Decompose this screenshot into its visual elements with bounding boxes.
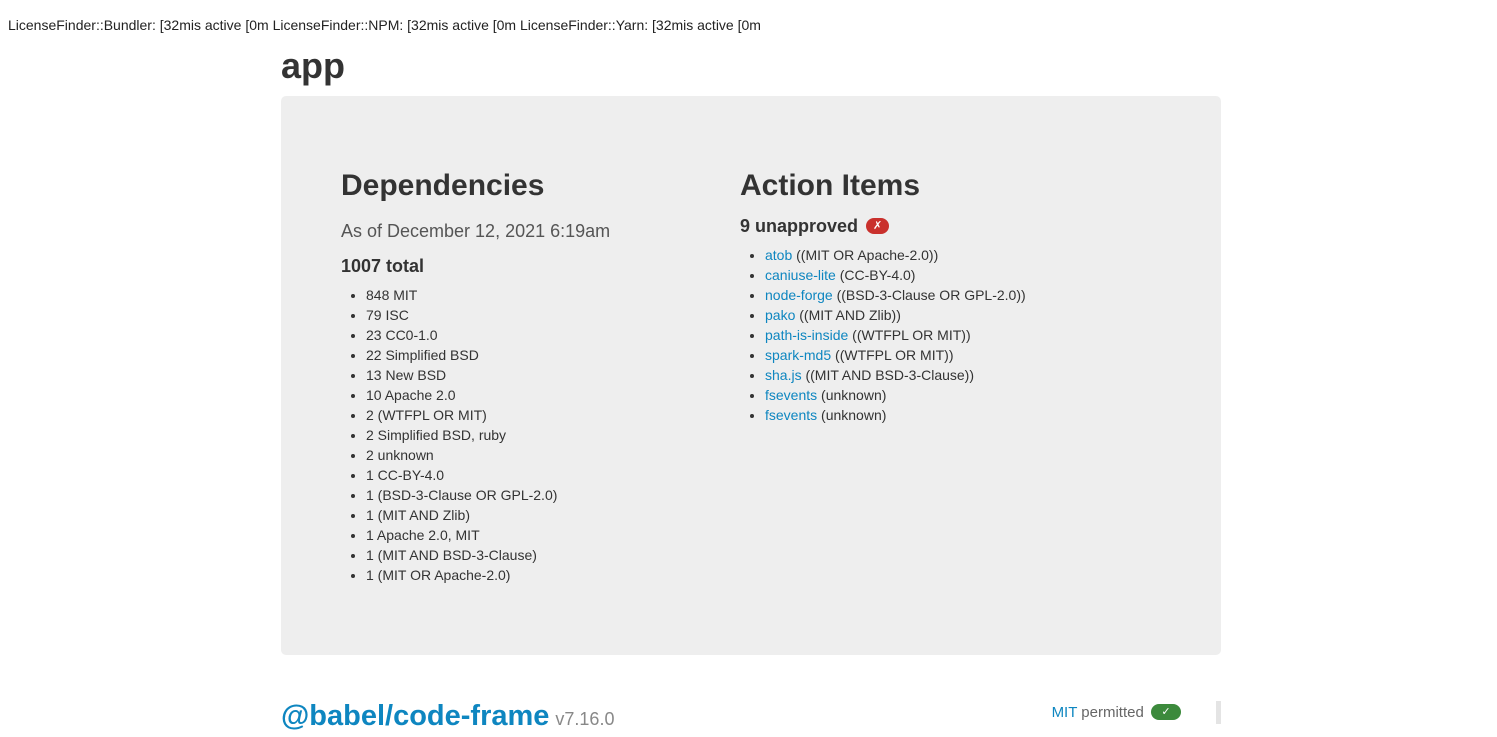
package-link[interactable]: atob xyxy=(765,247,792,263)
license-count-item: 1 (BSD-3-Clause OR GPL-2.0) xyxy=(366,485,557,505)
package-name-link[interactable]: @babel/code-frame v7.16.0 xyxy=(281,698,614,737)
license-count-item: 79 ISC xyxy=(366,305,557,325)
package-link[interactable]: fsevents xyxy=(765,387,817,403)
summary-panel: Dependencies As of December 12, 2021 6:1… xyxy=(281,96,1221,655)
package-license: (unknown) xyxy=(821,407,887,423)
unapproved-package-item: pako ((MIT AND Zlib)) xyxy=(765,305,1026,325)
unapproved-package-item: spark-md5 ((WTFPL OR MIT)) xyxy=(765,345,1026,365)
package-license: ((BSD-3-Clause OR GPL-2.0)) xyxy=(836,287,1026,303)
unapproved-package-item: sha.js ((MIT AND BSD-3-Clause)) xyxy=(765,365,1026,385)
project-title: app xyxy=(281,45,346,86)
as-of-timestamp: As of December 12, 2021 6:19am xyxy=(341,221,611,241)
package-license: ((MIT AND BSD-3-Clause)) xyxy=(805,367,975,383)
unapproved-package-item: path-is-inside ((WTFPL OR MIT)) xyxy=(765,325,1026,345)
license-count-item: 2 Simplified BSD, ruby xyxy=(366,425,557,445)
license-count-item: 1 (MIT AND BSD-3-Clause) xyxy=(366,545,557,565)
license-count-list: 848 MIT79 ISC23 CC0-1.022 Simplified BSD… xyxy=(341,285,557,585)
license-count-item: 13 New BSD xyxy=(366,365,557,385)
package-link[interactable]: fsevents xyxy=(765,407,817,423)
unapproved-package-item: fsevents (unknown) xyxy=(765,405,1026,425)
unapproved-package-item: fsevents (unknown) xyxy=(765,385,1026,405)
license-count-item: 848 MIT xyxy=(366,285,557,305)
package-license: ((MIT AND Zlib)) xyxy=(799,307,901,323)
package-status-text: permitted xyxy=(1081,704,1144,721)
action-items-heading: Action Items xyxy=(740,169,921,202)
package-license-status: MIT permitted ✓ xyxy=(1052,703,1181,723)
package-side-bar xyxy=(1216,701,1221,724)
license-count-item: 22 Simplified BSD xyxy=(366,345,557,365)
package-link[interactable]: path-is-inside xyxy=(765,327,848,343)
package-link[interactable]: spark-md5 xyxy=(765,347,831,363)
package-license: ((WTFPL OR MIT)) xyxy=(852,327,971,343)
unapproved-count-label: 9 unapproved xyxy=(740,216,859,236)
license-count-item: 23 CC0-1.0 xyxy=(366,325,557,345)
license-count-item: 1 (MIT AND Zlib) xyxy=(366,505,557,525)
package-link[interactable]: sha.js xyxy=(765,367,802,383)
package-license: ((MIT OR Apache-2.0)) xyxy=(796,247,939,263)
package-version: v7.16.0 xyxy=(555,709,615,729)
package-link[interactable]: node-forge xyxy=(765,287,833,303)
x-icon: ✗ xyxy=(866,218,890,235)
dependencies-heading: Dependencies xyxy=(341,169,545,202)
unapproved-package-item: atob ((MIT OR Apache-2.0)) xyxy=(765,245,1026,265)
license-count-item: 1 CC-BY-4.0 xyxy=(366,465,557,485)
unapproved-package-item: caniuse-lite (CC-BY-4.0) xyxy=(765,265,1026,285)
package-link[interactable]: pako xyxy=(765,307,795,323)
package-license: (CC-BY-4.0) xyxy=(839,267,916,283)
package-name: @babel/code-frame xyxy=(281,700,550,732)
package-license-link[interactable]: MIT xyxy=(1052,704,1078,721)
license-count-item: 10 Apache 2.0 xyxy=(366,385,557,405)
license-count-item: 1 Apache 2.0, MIT xyxy=(366,525,557,545)
license-count-item: 2 unknown xyxy=(366,445,557,465)
license-count-item: 1 (MIT OR Apache-2.0) xyxy=(366,565,557,585)
check-icon: ✓ xyxy=(1151,704,1181,721)
dependencies-total: 1007 total xyxy=(341,256,425,276)
license-count-item: 2 (WTFPL OR MIT) xyxy=(366,405,557,425)
license-finder-status-line: LicenseFinder::Bundler: [32mis active [0… xyxy=(8,17,761,33)
package-license: (unknown) xyxy=(821,387,887,403)
package-header: @babel/code-frame v7.16.0 MIT permitted ✓ xyxy=(281,698,1221,737)
unapproved-package-list: atob ((MIT OR Apache-2.0))caniuse-lite (… xyxy=(740,245,1026,425)
package-license: ((WTFPL OR MIT)) xyxy=(835,347,954,363)
unapproved-package-item: node-forge ((BSD-3-Clause OR GPL-2.0)) xyxy=(765,285,1026,305)
unapproved-count: 9 unapproved ✗ xyxy=(740,214,890,238)
package-link[interactable]: caniuse-lite xyxy=(765,267,836,283)
